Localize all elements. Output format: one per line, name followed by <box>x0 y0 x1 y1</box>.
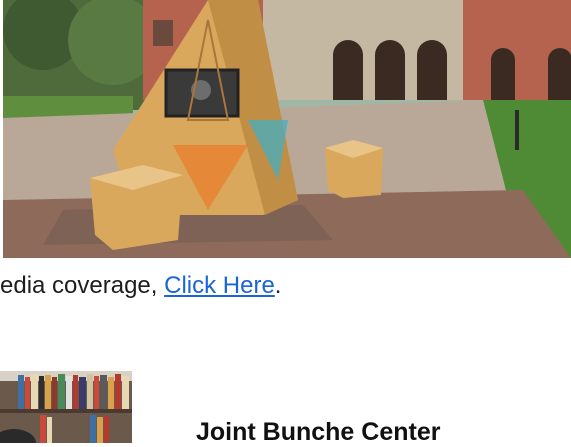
coverage-suffix: . <box>274 272 282 299</box>
click-here-link[interactable]: Click Here <box>164 272 275 299</box>
kiosk-photo <box>3 0 571 258</box>
media-coverage-text: edia coverage, Click Here. <box>0 270 281 302</box>
coverage-prefix: edia coverage, <box>0 272 165 299</box>
bookshelf-photo <box>0 371 132 443</box>
